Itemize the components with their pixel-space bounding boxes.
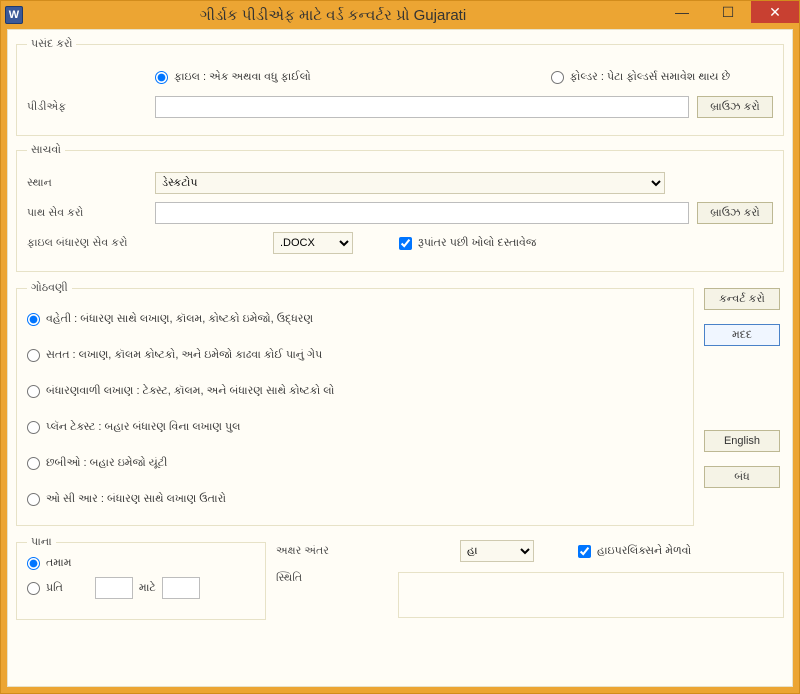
layout-opt-plaintext[interactable]: પ્લૅન ટેક્સ્ટ : બહાર બંધારણ વિના લખાણ પુ… bbox=[27, 421, 241, 434]
save-path-row: પાથ સેવ કરો બ્રાઉઝ કરો bbox=[27, 201, 773, 225]
source-type-file-radio[interactable] bbox=[155, 71, 168, 84]
pages-all[interactable]: તમામ bbox=[27, 557, 72, 570]
close-window-button[interactable]: ✕ bbox=[751, 1, 799, 23]
charspace-row: અક્ષર અંતર હા હાઇપરલિંક્સને મેળવો bbox=[276, 540, 784, 562]
page-to-label: માટે bbox=[139, 582, 156, 595]
layout-group: ગોઠવણી વહેતી : બંધારણ સાથે લખાણ, કૉલમ, ક… bbox=[16, 282, 694, 526]
layout-opt-continuous[interactable]: સતત : લખાણ, કૉલમ કોષ્ટકો, અને ઇમેજો કાઢવ… bbox=[27, 349, 322, 362]
pages-range[interactable]: પ્રતિ bbox=[27, 582, 63, 595]
save-path-input[interactable] bbox=[155, 202, 689, 224]
open-after-convert-checkbox[interactable] bbox=[399, 237, 412, 250]
bottom-right: અક્ષર અંતર હા હાઇપરલિંક્સને મેળવો સ્થિતિ bbox=[276, 534, 784, 628]
layout-opt-continuous-radio[interactable] bbox=[27, 349, 40, 362]
layout-legend: ગોઠવણી bbox=[27, 282, 72, 295]
source-type-file-label: ફાઇલ : એક અથવા વધુ ફાઈલો bbox=[174, 71, 311, 84]
browse-pdf-button[interactable]: બ્રાઉઝ કરો bbox=[697, 96, 773, 118]
pages-all-radio[interactable] bbox=[27, 557, 40, 570]
location-label: સ્થાન bbox=[27, 177, 147, 190]
pages-group: પાના તમામ પ્રતિ માટે bbox=[16, 536, 266, 620]
select-group: પસંદ કરો ફાઇલ : એક અથવા વધુ ફાઈલો ફોલ્ડર… bbox=[16, 38, 784, 136]
layout-opt-images-label: છબીઓ : બહાર ઇમેજો યૂંટી bbox=[46, 457, 167, 470]
source-type-row: ફાઇલ : એક અથવા વધુ ફાઈલો ફોલ્ડર : પેટા ફ… bbox=[155, 65, 773, 89]
help-button[interactable]: મદદ bbox=[704, 324, 780, 346]
titlebar: W ગીર્ડાક પીડીએફ માટે વર્ડ કન્વર્ટર પ્રો… bbox=[1, 1, 799, 29]
layout-opt-formatted[interactable]: બંધારણવાળી લખાણ : ટેક્સ્ટ, કૉલમ, અને બંધ… bbox=[27, 385, 334, 398]
app-window: W ગીર્ડાક પીડીએફ માટે વર્ડ કન્વર્ટર પ્રો… bbox=[0, 0, 800, 694]
client-area: પસંદ કરો ફાઇલ : એક અથવા વધુ ફાઈલો ફોલ્ડર… bbox=[7, 29, 793, 687]
side-buttons: કન્વર્ટ કરો મદદ English બંધ bbox=[704, 280, 784, 488]
window-buttons: — ☐ ✕ bbox=[659, 1, 799, 23]
open-after-convert[interactable]: રૂપાંતર પછી ખોલો દસ્તાવેજ bbox=[399, 237, 536, 250]
minimize-button[interactable]: — bbox=[659, 1, 705, 23]
source-type-folder-label: ફોલ્ડર : પેટા ફોલ્ડર્સ સમાવેશ થાય છે bbox=[570, 71, 730, 84]
pdf-path-input[interactable] bbox=[155, 96, 689, 118]
save-path-label: પાથ સેવ કરો bbox=[27, 207, 147, 220]
pages-legend: પાના bbox=[27, 536, 56, 549]
source-type-folder-radio[interactable] bbox=[551, 71, 564, 84]
save-location-select[interactable]: ડેસ્કટોપ bbox=[155, 172, 665, 194]
location-row: સ્થાન ડેસ્કટોપ bbox=[27, 171, 773, 195]
layout-opt-flowing-radio[interactable] bbox=[27, 313, 40, 326]
pdf-row: પીડીએફ બ્રાઉઝ કરો bbox=[27, 95, 773, 119]
status-row: સ્થિતિ bbox=[276, 572, 784, 618]
layout-opt-formatted-label: બંધારણવાળી લખાણ : ટેક્સ્ટ, કૉલમ, અને બંધ… bbox=[46, 385, 334, 398]
save-group: સાચવો સ્થાન ડેસ્કટોપ પાથ સેવ કરો બ્રાઉઝ … bbox=[16, 144, 784, 272]
pdf-label: પીડીએફ bbox=[27, 101, 147, 114]
layout-opt-flowing[interactable]: વહેતી : બંધારણ સાથે લખાણ, કૉલમ, કોષ્ટકો … bbox=[27, 313, 313, 326]
pages-range-row: પ્રતિ માટે bbox=[27, 577, 255, 599]
english-button[interactable]: English bbox=[704, 430, 780, 452]
layout-opt-plaintext-radio[interactable] bbox=[27, 421, 40, 434]
maximize-button[interactable]: ☐ bbox=[705, 1, 751, 23]
layout-opt-continuous-label: સતત : લખાણ, કૉલમ કોષ્ટકો, અને ઇમેજો કાઢવ… bbox=[46, 349, 322, 362]
layout-opt-ocr[interactable]: ઓ સી આર : બંધારણ સાથે લખાણ ઉતારો bbox=[27, 493, 226, 506]
layout-opt-images[interactable]: છબીઓ : બહાર ઇમેજો યૂંટી bbox=[27, 457, 167, 470]
layout-opt-images-radio[interactable] bbox=[27, 457, 40, 470]
format-row: ફાઇલ બંધારણ સેવ કરો .DOCX રૂપાંતર પછી ખો… bbox=[27, 231, 773, 255]
status-label: સ્થિતિ bbox=[276, 572, 386, 585]
format-label: ફાઇલ બંધારણ સેવ કરો bbox=[27, 237, 147, 250]
charspace-select[interactable]: હા bbox=[460, 540, 534, 562]
save-legend: સાચવો bbox=[27, 144, 65, 157]
page-to-input[interactable] bbox=[162, 577, 200, 599]
get-hyperlinks[interactable]: હાઇપરલિંક્સને મેળવો bbox=[578, 545, 691, 558]
file-format-select[interactable]: .DOCX bbox=[273, 232, 353, 254]
page-from-input[interactable] bbox=[95, 577, 133, 599]
status-box bbox=[398, 572, 784, 618]
source-type-file[interactable]: ફાઇલ : એક અથવા વધુ ફાઈલો bbox=[155, 71, 311, 84]
source-type-folder[interactable]: ફોલ્ડર : પેટા ફોલ્ડર્સ સમાવેશ થાય છે bbox=[551, 71, 730, 84]
layout-opt-ocr-label: ઓ સી આર : બંધારણ સાથે લખાણ ઉતારો bbox=[46, 493, 226, 506]
browse-save-path-button[interactable]: બ્રાઉઝ કરો bbox=[697, 202, 773, 224]
window-title: ગીર્ડાક પીડીએફ માટે વર્ડ કન્વર્ટર પ્રો G… bbox=[7, 7, 659, 24]
charspace-label: અક્ષર અંતર bbox=[276, 545, 386, 558]
layout-opt-ocr-radio[interactable] bbox=[27, 493, 40, 506]
open-after-convert-label: રૂપાંતર પછી ખોલો દસ્તાવેજ bbox=[418, 237, 536, 250]
layout-opt-flowing-label: વહેતી : બંધારણ સાથે લખાણ, કૉલમ, કોષ્ટકો … bbox=[46, 313, 313, 326]
layout-opt-formatted-radio[interactable] bbox=[27, 385, 40, 398]
close-app-button[interactable]: બંધ bbox=[704, 466, 780, 488]
layout-opt-plaintext-label: પ્લૅન ટેક્સ્ટ : બહાર બંધારણ વિના લખાણ પુ… bbox=[46, 421, 241, 434]
get-hyperlinks-checkbox[interactable] bbox=[578, 545, 591, 558]
pages-range-radio[interactable] bbox=[27, 582, 40, 595]
convert-button[interactable]: કન્વર્ટ કરો bbox=[704, 288, 780, 310]
options-wrap: ગોઠવણી વહેતી : બંધારણ સાથે લખાણ, કૉલમ, ક… bbox=[16, 280, 784, 534]
get-hyperlinks-label: હાઇપરલિંક્સને મેળવો bbox=[597, 545, 691, 558]
bottom-row: પાના તમામ પ્રતિ માટે bbox=[16, 534, 784, 628]
pages-all-label: તમામ bbox=[46, 557, 72, 570]
pages-range-label: પ્રતિ bbox=[46, 582, 63, 595]
select-legend: પસંદ કરો bbox=[27, 38, 76, 51]
